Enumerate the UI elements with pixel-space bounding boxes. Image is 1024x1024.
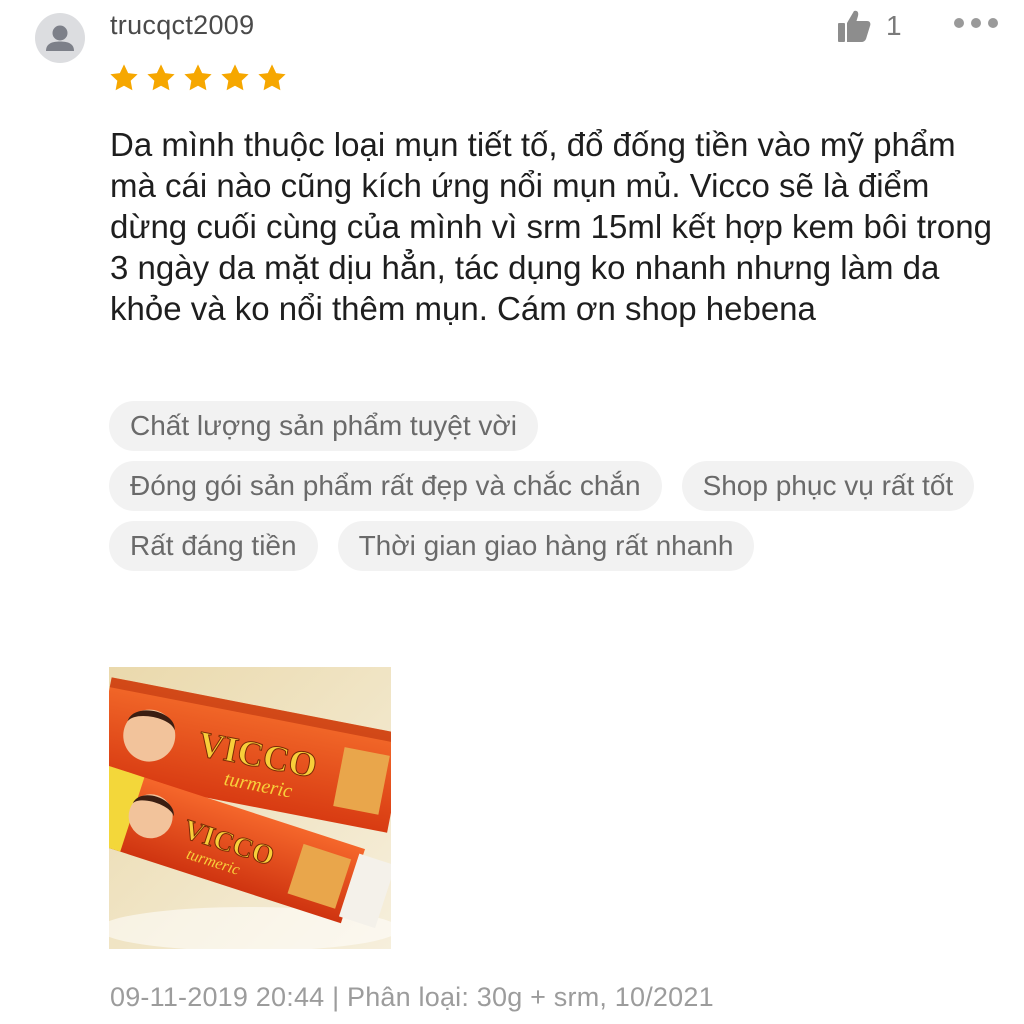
- product-image: VICCO turmeric VICCO turmeric: [109, 667, 391, 949]
- more-dot: [971, 18, 981, 28]
- more-dot: [988, 18, 998, 28]
- review-tag: Thời gian giao hàng rất nhanh: [337, 521, 755, 571]
- review-tag: Rất đáng tiền: [109, 521, 318, 571]
- thumbs-up-icon: [838, 10, 871, 42]
- avatar[interactable]: [35, 13, 85, 63]
- star-icon: [110, 64, 138, 91]
- user-avatar-icon: [46, 25, 74, 51]
- review-tags: Chất lượng sản phẩm tuyệt vời Đóng gói s…: [109, 401, 989, 571]
- like-button[interactable]: 1: [836, 8, 902, 44]
- review-text: Da mình thuộc loại mụn tiết tố, đổ đống …: [110, 126, 992, 327]
- review-tag: Chất lượng sản phẩm tuyệt vời: [109, 401, 538, 451]
- star-icon: [147, 64, 175, 91]
- star-icon: [221, 64, 249, 91]
- more-dot: [954, 18, 964, 28]
- more-options-icon[interactable]: [954, 18, 998, 28]
- like-count: 1: [886, 10, 902, 41]
- review-tag: Shop phục vụ rất tốt: [681, 461, 975, 511]
- star-rating: [108, 62, 288, 94]
- star-icon: [258, 64, 286, 91]
- username[interactable]: trucqct2009: [110, 10, 254, 41]
- review-tag: Đóng gói sản phẩm rất đẹp và chắc chắn: [109, 461, 662, 511]
- review-meta: 09-11-2019 20:44 | Phân loại: 30g + srm,…: [110, 982, 714, 1012]
- review-photo[interactable]: VICCO turmeric VICCO turmeric: [109, 667, 391, 949]
- star-icon: [184, 64, 212, 91]
